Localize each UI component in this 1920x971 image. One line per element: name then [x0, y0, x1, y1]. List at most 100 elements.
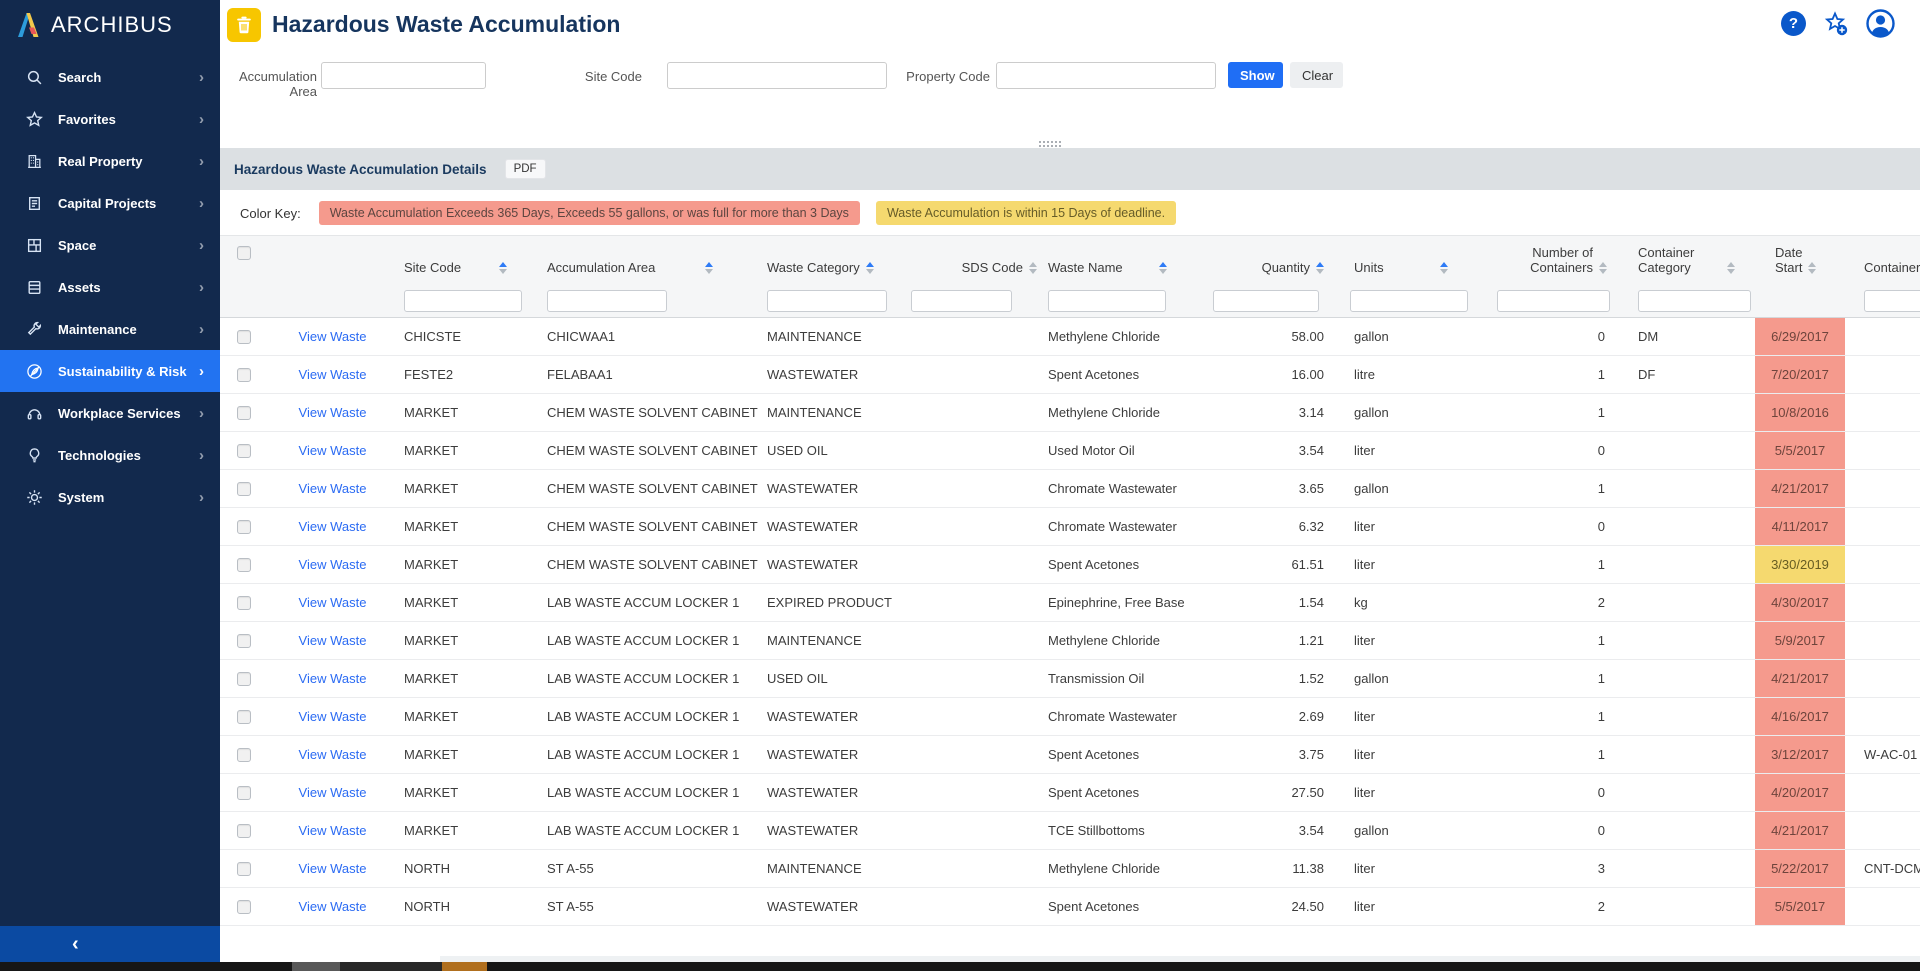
row-checkbox[interactable]: [237, 368, 251, 382]
container-column-filter[interactable]: [1864, 290, 1920, 312]
sort-icon[interactable]: [1316, 262, 1324, 274]
row-checkbox[interactable]: [237, 862, 251, 876]
view-waste-link[interactable]: View Waste: [299, 747, 367, 762]
row-checkbox[interactable]: [237, 710, 251, 724]
column-header-units[interactable]: Units: [1330, 236, 1490, 285]
quantity-column-filter[interactable]: [1213, 290, 1319, 312]
waste-category-column-filter[interactable]: [767, 290, 887, 312]
sidebar-collapse-bar[interactable]: ‹: [0, 926, 220, 962]
cell-date-start: 5/9/2017: [1755, 622, 1845, 659]
view-waste-link[interactable]: View Waste: [299, 861, 367, 876]
view-waste-link[interactable]: View Waste: [299, 443, 367, 458]
row-checkbox[interactable]: [237, 330, 251, 344]
cell-units: gallon: [1330, 470, 1490, 507]
row-checkbox[interactable]: [237, 786, 251, 800]
cell-number-of-containers: 1: [1490, 470, 1615, 507]
sort-icon[interactable]: [866, 262, 874, 274]
sidebar-item-system[interactable]: System›: [0, 476, 220, 518]
cell-units: liter: [1330, 698, 1490, 735]
sort-icon[interactable]: [1440, 262, 1448, 274]
row-checkbox[interactable]: [237, 900, 251, 914]
column-header-waste-name[interactable]: Waste Name: [1045, 236, 1195, 285]
sds-code-column-filter[interactable]: [911, 290, 1012, 312]
site-code-input[interactable]: [667, 62, 887, 89]
units-column-filter[interactable]: [1350, 290, 1468, 312]
sort-icon[interactable]: [1727, 262, 1735, 274]
sidebar-item-workplace-services[interactable]: Workplace Services›: [0, 392, 220, 434]
panel-drag-handle[interactable]: [1038, 140, 1062, 148]
cell-date-start: 4/30/2017: [1755, 584, 1845, 621]
sidebar-item-assets[interactable]: Assets›: [0, 266, 220, 308]
site-code-column-filter[interactable]: [404, 290, 522, 312]
row-checkbox[interactable]: [237, 482, 251, 496]
sidebar-item-sustainability-risk[interactable]: Sustainability & Risk›: [0, 350, 220, 392]
view-waste-link[interactable]: View Waste: [299, 633, 367, 648]
cell-waste-name: TCE Stillbottoms: [1045, 812, 1195, 849]
sort-icon[interactable]: [705, 262, 713, 274]
view-waste-link[interactable]: View Waste: [299, 329, 367, 344]
view-waste-link[interactable]: View Waste: [299, 481, 367, 496]
sidebar-item-real-property[interactable]: Real Property›: [0, 140, 220, 182]
row-checkbox[interactable]: [237, 444, 251, 458]
view-waste-link[interactable]: View Waste: [299, 709, 367, 724]
sort-icon[interactable]: [1599, 262, 1607, 274]
column-header-quantity[interactable]: Quantity: [1195, 236, 1330, 285]
accumulation-area-column-filter[interactable]: [547, 290, 667, 312]
select-all-checkbox[interactable]: [237, 246, 251, 260]
row-checkbox[interactable]: [237, 824, 251, 838]
sidebar-item-favorites[interactable]: Favorites›: [0, 98, 220, 140]
view-waste-link[interactable]: View Waste: [299, 785, 367, 800]
cell-quantity: 27.50: [1195, 774, 1330, 811]
row-checkbox[interactable]: [237, 406, 251, 420]
sort-icon[interactable]: [1159, 262, 1167, 274]
color-key-red-badge: Waste Accumulation Exceeds 365 Days, Exc…: [319, 201, 860, 225]
column-header-number-of-containers[interactable]: Number ofContainers: [1490, 236, 1615, 285]
number-of-containers-column-filter[interactable]: [1497, 290, 1610, 312]
row-checkbox[interactable]: [237, 596, 251, 610]
column-header-accumulation-area[interactable]: Accumulation Area: [545, 236, 765, 285]
sort-icon[interactable]: [499, 262, 507, 274]
sort-icon[interactable]: [1808, 262, 1816, 274]
property-code-input[interactable]: [996, 62, 1216, 89]
column-header-sds-code[interactable]: SDS Code: [910, 236, 1045, 285]
sort-icon[interactable]: [1029, 262, 1037, 274]
sidebar-item-search[interactable]: Search›: [0, 56, 220, 98]
row-checkbox[interactable]: [237, 558, 251, 572]
column-header-container[interactable]: Container: [1845, 236, 1920, 285]
accumulation-area-input[interactable]: [321, 62, 486, 89]
row-checkbox[interactable]: [237, 748, 251, 762]
column-header-date-start[interactable]: DateStart: [1755, 236, 1845, 285]
cell-date-start: 3/12/2017: [1755, 736, 1845, 773]
clear-button[interactable]: Clear: [1290, 62, 1343, 88]
view-waste-link[interactable]: View Waste: [299, 405, 367, 420]
show-button[interactable]: Show: [1228, 62, 1283, 88]
help-icon[interactable]: ?: [1781, 11, 1806, 36]
sidebar-item-maintenance[interactable]: Maintenance›: [0, 308, 220, 350]
column-header-container-category[interactable]: ContainerCategory: [1615, 236, 1755, 285]
sidebar-item-capital-projects[interactable]: Capital Projects›: [0, 182, 220, 224]
row-checkbox[interactable]: [237, 634, 251, 648]
column-header-site-code[interactable]: Site Code: [400, 236, 545, 285]
sidebar-item-technologies[interactable]: Technologies›: [0, 434, 220, 476]
cell-accumulation-area: LAB WASTE ACCUM LOCKER 1: [545, 812, 765, 849]
view-waste-link[interactable]: View Waste: [299, 671, 367, 686]
user-avatar-icon[interactable]: [1865, 8, 1896, 39]
view-waste-link[interactable]: View Waste: [299, 823, 367, 838]
waste-name-column-filter[interactable]: [1048, 290, 1166, 312]
cell-container-category: [1615, 508, 1755, 545]
site-code-label: Site Code: [550, 69, 642, 84]
row-checkbox[interactable]: [237, 672, 251, 686]
sidebar-item-space[interactable]: Space›: [0, 224, 220, 266]
view-waste-link[interactable]: View Waste: [299, 519, 367, 534]
container-category-column-filter[interactable]: [1638, 290, 1751, 312]
view-waste-link[interactable]: View Waste: [299, 899, 367, 914]
pdf-button[interactable]: PDF: [505, 159, 546, 179]
view-waste-link[interactable]: View Waste: [299, 557, 367, 572]
cell-date-start: 6/29/2017: [1755, 318, 1845, 355]
collapse-chevron-icon[interactable]: ‹: [72, 934, 79, 954]
view-waste-link[interactable]: View Waste: [299, 367, 367, 382]
row-checkbox[interactable]: [237, 520, 251, 534]
column-header-waste-category[interactable]: Waste Category: [765, 236, 910, 285]
view-waste-link[interactable]: View Waste: [299, 595, 367, 610]
add-favorite-icon[interactable]: [1822, 10, 1849, 37]
